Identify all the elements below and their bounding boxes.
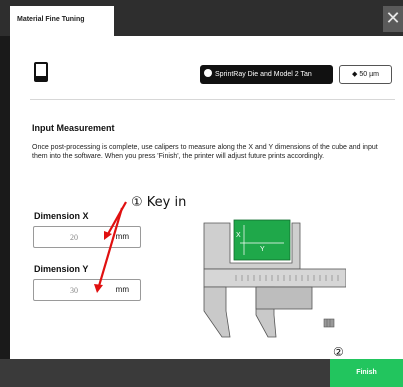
arrow-head-y xyxy=(94,284,103,293)
dialog-window: Material Fine Tuning ✕ SprintRay Die and… xyxy=(0,0,403,387)
annotation-step-two: ② xyxy=(333,345,344,359)
finish-button[interactable]: Finish xyxy=(330,359,403,387)
arrow-to-dimension-y xyxy=(97,207,124,287)
footer-bar xyxy=(0,359,330,387)
svg-text:X: X xyxy=(236,232,241,239)
svg-text:Y: Y xyxy=(260,246,265,253)
arrow-to-dimension-x xyxy=(107,201,127,235)
caliper-illustration: Y X xyxy=(203,219,346,338)
